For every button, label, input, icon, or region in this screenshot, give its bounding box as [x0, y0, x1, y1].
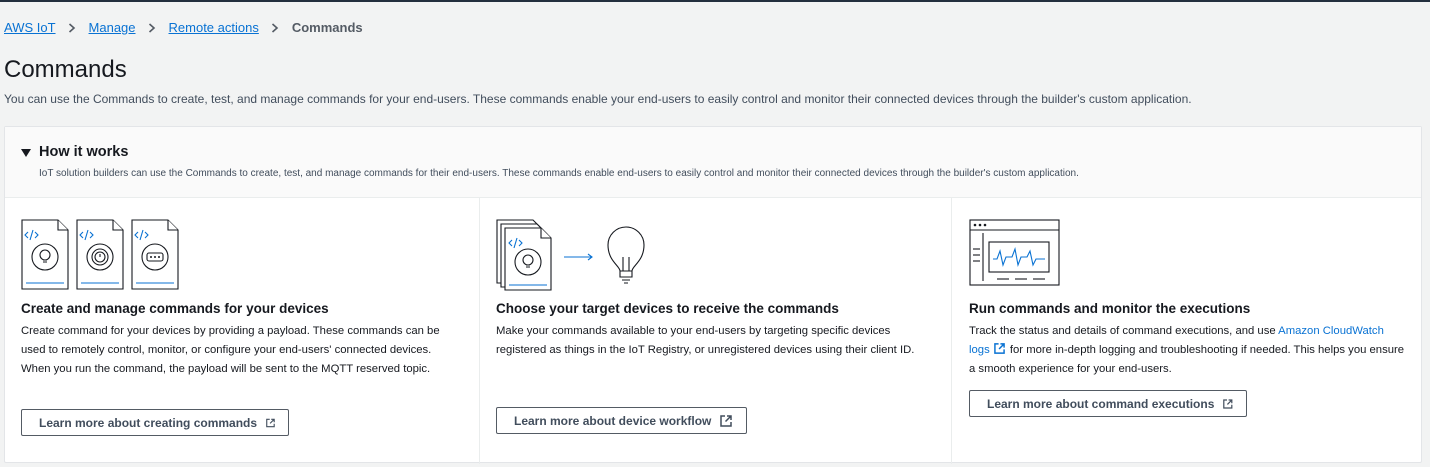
run-commands-body: Track the status and details of command … — [969, 322, 1407, 379]
create-commands-column: Create and manage commands for your devi… — [5, 198, 479, 464]
command-to-lightbulb-icon — [496, 219, 645, 291]
chevron-right-icon — [148, 22, 155, 33]
run-commands-body-end: for more in-depth logging and troublesho… — [969, 344, 1405, 375]
target-devices-title: Choose your target devices to receive th… — [496, 301, 839, 316]
chevron-right-icon — [68, 22, 75, 33]
learn-command-executions-button[interactable]: Learn more about command executions — [969, 390, 1247, 417]
page-title: Commands — [4, 56, 127, 83]
breadcrumb-manage[interactable]: Manage — [89, 20, 136, 35]
top-border — [0, 0, 1430, 2]
learn-command-executions-label: Learn more about command executions — [987, 396, 1215, 411]
breadcrumb-aws-iot[interactable]: AWS IoT — [4, 20, 56, 35]
chevron-right-icon — [271, 22, 279, 33]
run-commands-body-start: Track the status and details of command … — [969, 325, 1276, 337]
caret-down-icon[interactable] — [21, 149, 31, 157]
command-documents-icon — [21, 219, 179, 290]
how-it-works-panel: How it works IoT solution builders can u… — [4, 126, 1423, 464]
learn-device-workflow-button[interactable]: Learn more about device workflow — [496, 407, 747, 434]
external-link-icon[interactable] — [993, 343, 1005, 354]
external-link-icon — [720, 414, 733, 427]
how-it-works-title[interactable]: How it works — [39, 144, 128, 160]
monitoring-dashboard-icon — [969, 219, 1060, 286]
run-commands-column: Run commands and monitor the executions … — [951, 198, 1423, 464]
external-link-icon — [1223, 398, 1233, 409]
how-it-works-subtitle: IoT solution builders can use the Comman… — [39, 168, 1079, 179]
target-devices-column: Choose your target devices to receive th… — [479, 198, 952, 464]
breadcrumb: AWS IoT Manage Remote actions Commands — [4, 20, 363, 35]
breadcrumb-remote-actions[interactable]: Remote actions — [169, 20, 259, 35]
breadcrumb-current: Commands — [291, 20, 363, 35]
learn-creating-commands-button[interactable]: Learn more about creating commands — [21, 409, 289, 436]
target-devices-body: Make your commands available to your end… — [496, 325, 915, 356]
how-it-works-header[interactable]: How it works IoT solution builders can u… — [5, 127, 1421, 198]
create-commands-title: Create and manage commands for your devi… — [21, 301, 329, 316]
run-commands-title: Run commands and monitor the executions — [969, 301, 1251, 316]
learn-creating-commands-label: Learn more about creating commands — [39, 415, 258, 430]
external-link-icon — [266, 418, 275, 427]
create-commands-body: Create command for your devices by provi… — [21, 325, 440, 375]
learn-device-workflow-label: Learn more about device workflow — [514, 413, 712, 428]
page-description: You can use the Commands to create, test… — [4, 92, 1192, 106]
